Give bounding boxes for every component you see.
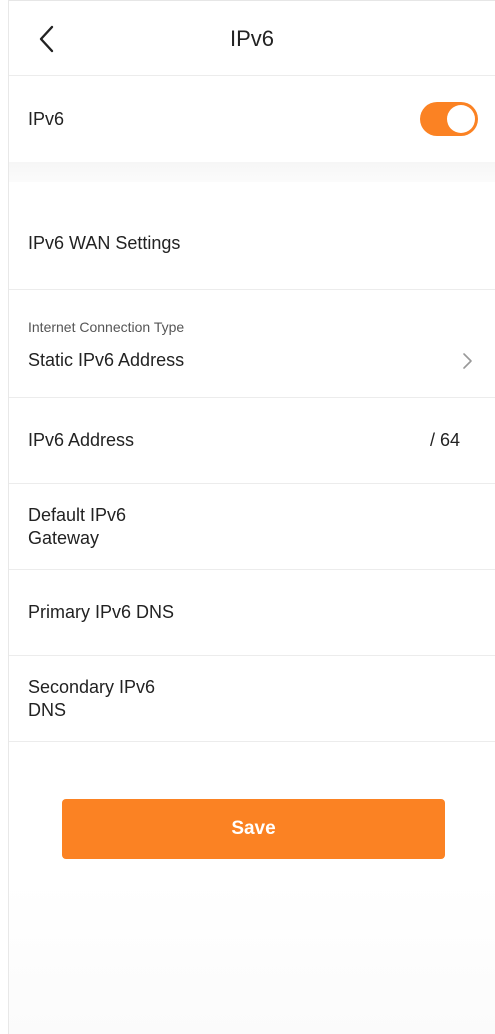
primary-dns-label: Primary IPv6 DNS	[28, 602, 175, 622]
app-frame: IPv6 IPv6 IPv6 WAN Settings Internet Con…	[8, 0, 495, 1034]
back-button[interactable]	[33, 23, 61, 55]
secondary-dns-label-line2: DNS	[28, 699, 67, 720]
ipv6-address-row[interactable]: IPv6 Address / 64	[9, 398, 495, 484]
ipv6-toggle-row: IPv6	[9, 76, 495, 162]
toggle-knob	[447, 105, 475, 133]
ipv6-address-label: IPv6 Address	[28, 430, 135, 450]
chevron-left-icon	[39, 25, 54, 53]
connection-type-caption: Internet Connection Type	[28, 319, 185, 335]
wan-settings-header: IPv6 WAN Settings	[9, 182, 495, 290]
ipv6-toggle-label: IPv6	[28, 108, 65, 129]
ipv6-toggle-switch[interactable]	[420, 102, 478, 136]
page-title: IPv6	[229, 26, 275, 51]
default-gateway-row[interactable]: Default IPv6 Gateway	[9, 484, 495, 570]
section-divider	[9, 162, 495, 182]
chevron-right-icon	[463, 353, 472, 369]
secondary-dns-row[interactable]: Secondary IPv6 DNS	[9, 656, 495, 742]
secondary-dns-label-line1: Secondary IPv6	[28, 676, 156, 697]
gateway-label-line2: Gateway	[28, 527, 100, 548]
connection-type-row[interactable]: Internet Connection Type Static IPv6 Add…	[9, 290, 495, 398]
primary-dns-row[interactable]: Primary IPv6 DNS	[9, 570, 495, 656]
default-gateway-label: Default IPv6 Gateway	[28, 504, 126, 550]
connection-type-value: Static IPv6 Address	[28, 350, 185, 370]
gateway-label-line1: Default IPv6	[28, 504, 127, 525]
wan-settings-title: IPv6 WAN Settings	[28, 233, 181, 253]
secondary-dns-label: Secondary IPv6 DNS	[28, 676, 155, 722]
save-button[interactable]: Save	[62, 799, 445, 859]
header-bar: IPv6	[9, 0, 495, 76]
prefix-length-suffix: / 64	[429, 430, 460, 450]
footer-area	[9, 880, 495, 1034]
